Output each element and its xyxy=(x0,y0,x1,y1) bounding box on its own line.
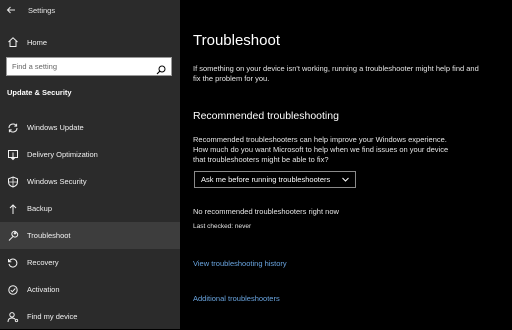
view-history-link[interactable]: View troubleshooting history xyxy=(193,259,287,268)
sidebar-item-windows-security[interactable]: Windows Security xyxy=(0,168,180,195)
sidebar-item-label: Activation xyxy=(27,285,60,294)
sidebar-item-label: Troubleshoot xyxy=(27,231,71,240)
wrench-icon xyxy=(7,230,19,242)
sidebar-item-delivery-optimization[interactable]: Delivery Optimization xyxy=(0,141,180,168)
recommended-description: Recommended troubleshooters can help imp… xyxy=(193,135,449,164)
back-arrow-icon[interactable] xyxy=(6,5,16,15)
sidebar-item-label: Delivery Optimization xyxy=(27,150,98,159)
search-input[interactable] xyxy=(7,62,152,71)
sidebar-item-label: Windows Update xyxy=(27,123,84,132)
sidebar-item-label: Windows Security xyxy=(27,177,87,186)
nav-list: Windows Update Delivery Optimization Win… xyxy=(0,114,180,330)
sidebar-item-backup[interactable]: Backup xyxy=(0,195,180,222)
recommendation-status: No recommended troubleshooters right now xyxy=(193,207,339,216)
sync-icon xyxy=(7,122,19,134)
window-titlebar: Settings xyxy=(6,2,55,18)
home-nav-item[interactable]: Home xyxy=(0,32,180,52)
activation-icon xyxy=(7,284,19,296)
sidebar-item-recovery[interactable]: Recovery xyxy=(0,249,180,276)
search-icon[interactable] xyxy=(156,62,166,75)
sidebar-item-find-my-device[interactable]: Find my device xyxy=(0,303,180,330)
recovery-icon xyxy=(7,257,19,269)
sidebar-item-activation[interactable]: Activation xyxy=(0,276,180,303)
troubleshooter-preference-dropdown[interactable]: Ask me before running troubleshooters xyxy=(194,171,356,188)
shield-icon xyxy=(7,175,19,188)
backup-arrow-icon xyxy=(7,203,19,215)
dropdown-value: Ask me before running troubleshooters xyxy=(201,175,331,184)
home-label: Home xyxy=(27,37,48,47)
window-title: Settings xyxy=(28,5,56,15)
home-icon xyxy=(7,36,19,48)
chevron-down-icon xyxy=(341,175,350,184)
sidebar-item-label: Find my device xyxy=(27,312,78,321)
search-box[interactable] xyxy=(6,57,172,76)
delivery-optimization-icon xyxy=(7,149,19,161)
sidebar-item-label: Recovery xyxy=(27,258,59,267)
last-checked-text: Last checked: never xyxy=(193,223,252,230)
sidebar-item-troubleshoot[interactable]: Troubleshoot xyxy=(0,222,180,249)
section-header: Update & Security xyxy=(7,88,72,97)
sidebar: Settings Home Update & Security xyxy=(0,0,180,329)
sidebar-item-label: Backup xyxy=(27,204,53,213)
recommended-title: Recommended troubleshooting xyxy=(193,110,339,122)
sidebar-item-windows-update[interactable]: Windows Update xyxy=(0,114,180,141)
intro-text: If something on your device isn't workin… xyxy=(193,64,479,83)
page-title: Troubleshoot xyxy=(193,32,280,49)
additional-troubleshooters-link[interactable]: Additional troubleshooters xyxy=(193,294,280,303)
main-content: Troubleshoot If something on your device… xyxy=(180,0,512,329)
person-location-icon xyxy=(7,311,19,323)
